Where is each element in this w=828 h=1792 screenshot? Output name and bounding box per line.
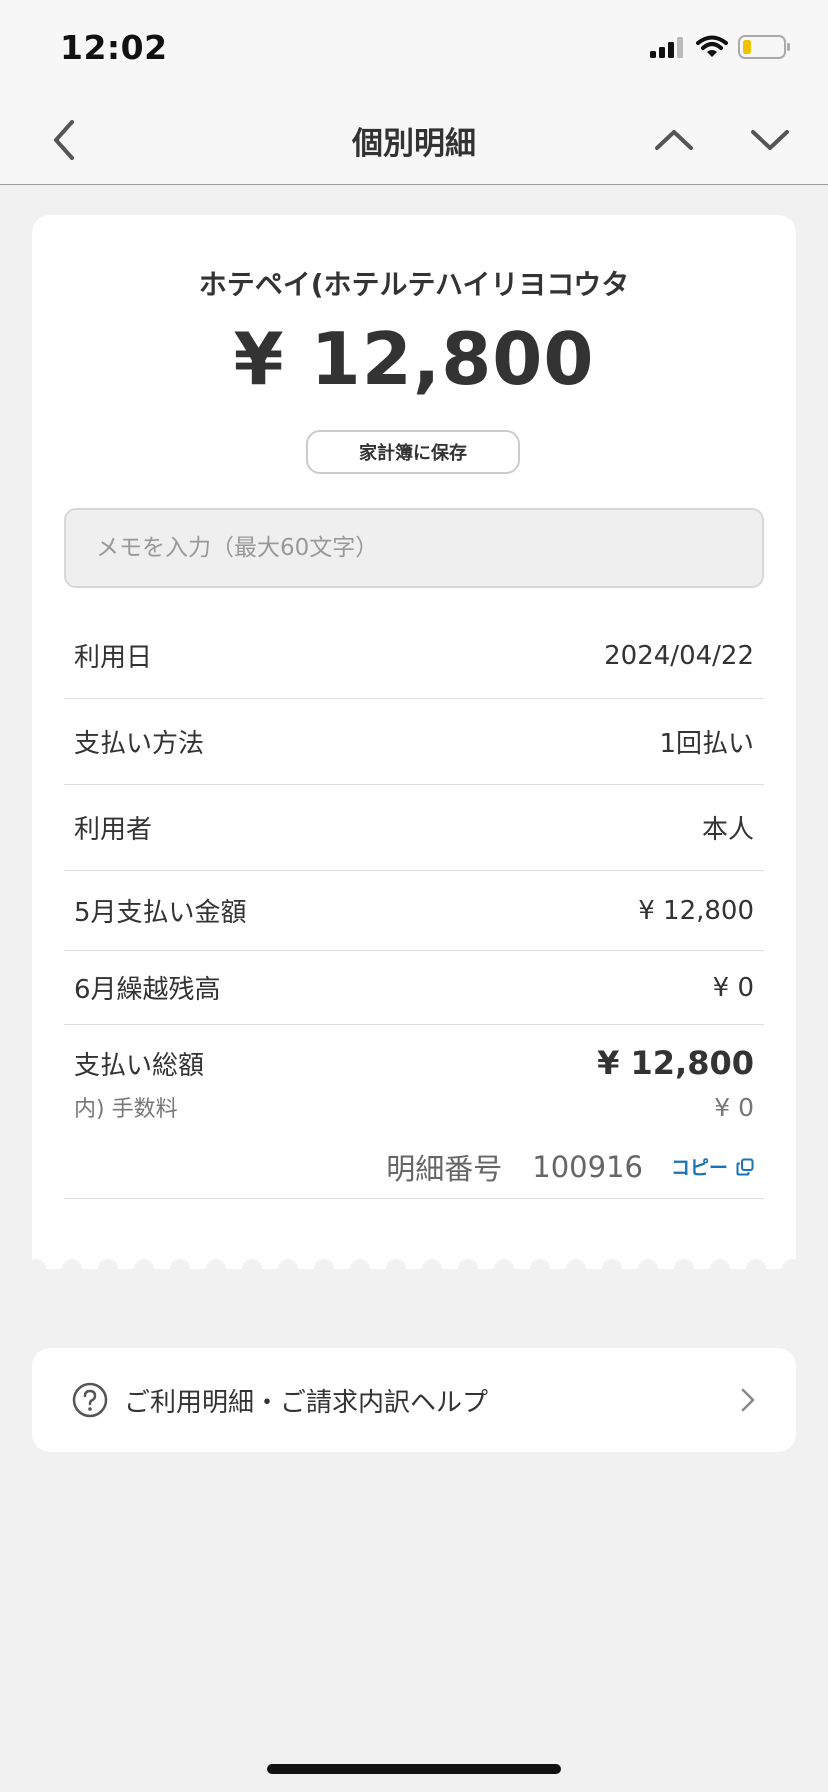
scallop-notch <box>458 1259 478 1279</box>
detail-row-usage-date: 利用日 2024/04/22 <box>64 613 764 699</box>
scallop-notch <box>62 1259 82 1279</box>
help-circle-icon <box>72 1382 108 1418</box>
scallop-notch <box>350 1259 370 1279</box>
save-to-budget-button[interactable]: 家計簿に保存 <box>306 430 520 474</box>
copy-icon <box>736 1158 754 1175</box>
home-indicator <box>267 1764 561 1774</box>
scallop-notch <box>314 1259 334 1279</box>
detail-row-user: 利用者 本人 <box>64 785 764 871</box>
help-label: ご利用明細・ご請求内訳ヘルプ <box>124 1387 489 1418</box>
detail-number-label: 明細番号 <box>386 1151 503 1186</box>
row-label: 支払い方法 <box>74 729 205 759</box>
scallop-notch <box>242 1259 262 1279</box>
scallop-notch <box>746 1259 766 1279</box>
chevron-up-icon <box>655 130 693 150</box>
status-icons <box>650 34 792 60</box>
copy-label: コピー <box>670 1157 728 1179</box>
wifi-icon <box>696 35 728 57</box>
chevron-down-icon <box>751 130 789 150</box>
scallop-notch <box>566 1259 586 1279</box>
detail-number-row: 明細番号 100916 コピー <box>64 1135 764 1199</box>
detail-number-value: 100916 <box>532 1149 643 1184</box>
help-link[interactable]: ご利用明細・ご請求内訳ヘルプ <box>32 1348 796 1452</box>
battery-icon <box>738 35 790 59</box>
merchant-name: ホテペイ(ホテルテハイリヨコウタ <box>198 268 630 301</box>
chevron-right-icon <box>741 1388 755 1412</box>
cellular-signal-icon <box>650 37 683 58</box>
scallop-notch <box>710 1259 730 1279</box>
scallop-notch <box>674 1259 694 1279</box>
scallop-notch <box>638 1259 658 1279</box>
row-value: ¥ 12,800 <box>638 895 754 926</box>
row-label: 利用日 <box>74 643 153 673</box>
fee-value: ¥ 0 <box>714 1092 754 1122</box>
memo-input[interactable] <box>64 508 764 588</box>
scallop-notch <box>422 1259 442 1279</box>
scallop-notch <box>170 1259 190 1279</box>
fee-label: 内) 手数料 <box>74 1097 178 1122</box>
total-value: ¥ 12,800 <box>597 1044 754 1082</box>
status-bar: 12:02 <box>0 0 828 96</box>
scallop-notch <box>206 1259 226 1279</box>
copy-button[interactable]: コピー <box>671 1153 754 1180</box>
receipt-scallop-edge <box>32 1255 796 1279</box>
detail-row-june-carryover: 6月繰越残高 ¥ 0 <box>64 951 764 1025</box>
page-title: 個別明細 <box>352 126 476 162</box>
next-item-button[interactable] <box>746 116 794 164</box>
detail-row-payment-method: 支払い方法 1回払い <box>64 699 764 785</box>
nav-bar: 個別明細 <box>0 96 828 185</box>
row-label: 5月支払い金額 <box>74 898 247 928</box>
scallop-notch <box>602 1259 622 1279</box>
row-value: ¥ 0 <box>712 972 754 1003</box>
row-label: 利用者 <box>74 815 153 845</box>
scallop-notch <box>98 1259 118 1279</box>
amount: ¥ 12,800 <box>233 317 595 401</box>
scallop-notch <box>494 1259 514 1279</box>
receipt-card: ホテペイ(ホテルテハイリヨコウタ ¥ 12,800 家計簿に保存 利用日 202… <box>32 215 796 1269</box>
row-value: 2024/04/22 <box>604 640 754 671</box>
fee-row: 内) 手数料 ¥ 0 <box>64 1083 764 1131</box>
scallop-notch <box>386 1259 406 1279</box>
row-label: 6月繰越残高 <box>74 975 221 1005</box>
status-time: 12:02 <box>60 28 168 67</box>
detail-row-may-payment: 5月支払い金額 ¥ 12,800 <box>64 871 764 951</box>
row-value: 本人 <box>701 815 754 845</box>
scallop-notch <box>134 1259 154 1279</box>
previous-item-button[interactable] <box>650 116 698 164</box>
row-value: 1回払い <box>659 729 754 759</box>
scallop-notch <box>278 1259 298 1279</box>
scallop-notch <box>530 1259 550 1279</box>
total-label: 支払い総額 <box>74 1050 205 1081</box>
